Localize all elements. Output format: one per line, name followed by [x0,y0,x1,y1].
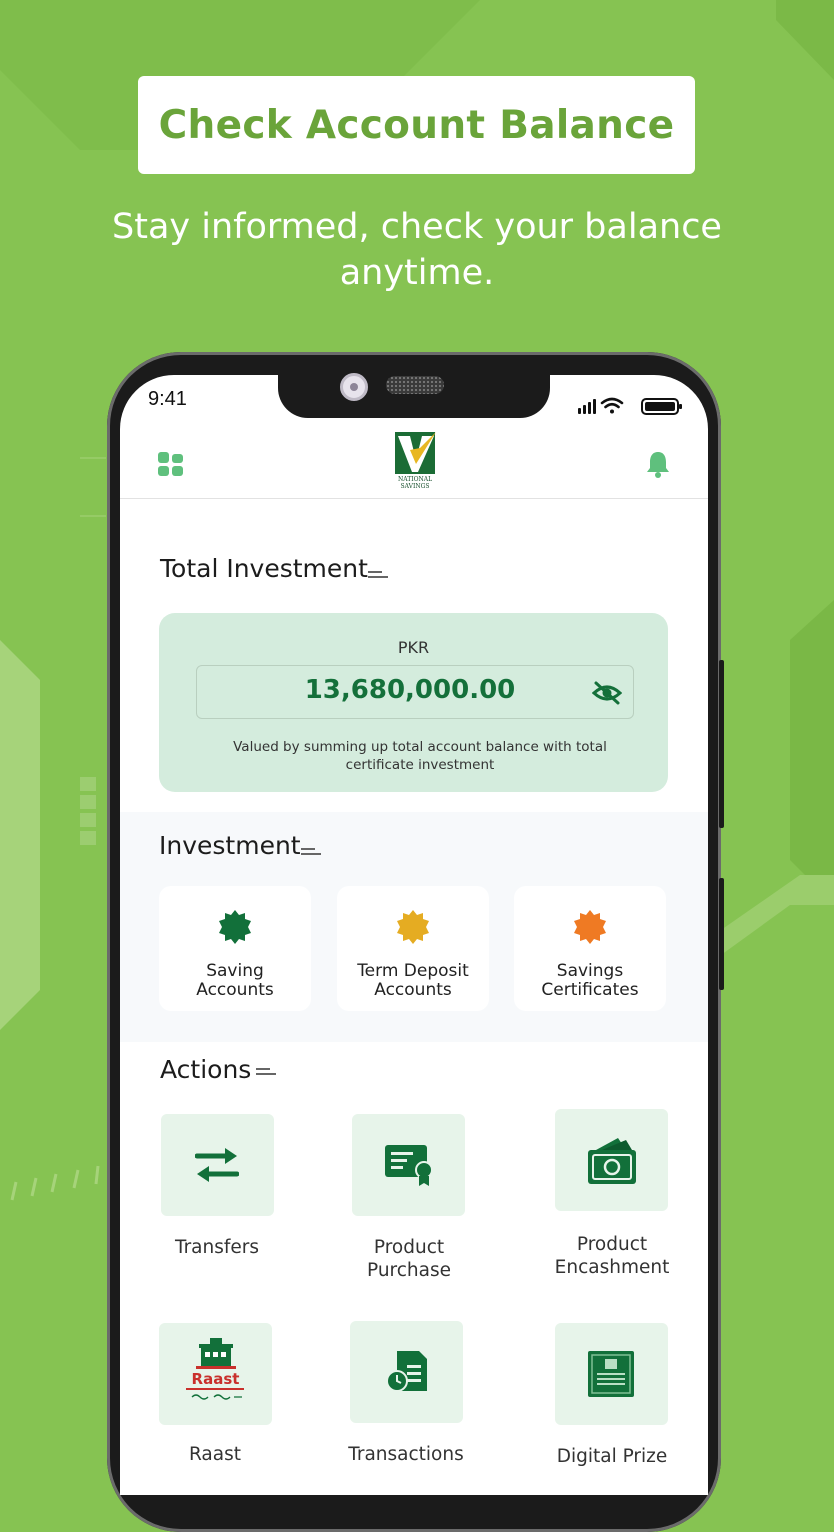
transfer-arrows-icon [195,1148,239,1182]
term-deposit-badge-icon [397,910,429,944]
total-investment-title: Total Investment [160,554,368,583]
headline-text: Check Account Balance [158,102,675,148]
section-dash-icon [301,848,321,855]
logo-wordmark: NATIONAL SAVINGS [397,476,433,490]
cash-icon [588,1138,636,1184]
eye-off-icon[interactable] [592,680,622,706]
currency-label: PKR [397,638,430,657]
digital-prize-label: Digital Prize [556,1446,668,1467]
savings-certificates-badge-icon [574,910,606,944]
topbar-divider [120,498,708,499]
product-purchase-label: Product Purchase [366,1237,451,1281]
speaker-grille [386,376,444,394]
phone-side-button [719,660,724,828]
certificate-icon [385,1145,433,1186]
saving-accounts-badge-icon [219,910,251,944]
section-dash-icon [368,571,388,578]
status-icons [578,397,682,415]
national-savings-logo [395,432,436,474]
battery-icon [641,398,682,415]
camera-icon [340,373,368,401]
transactions-label: Transactions [348,1444,464,1465]
investment-title: Investment [159,831,301,860]
actions-title: Actions [160,1055,252,1084]
raast-building-icon [196,1338,236,1369]
savings-certificates-label: Savings Certificates [541,961,639,1000]
raast-logo-tagline [186,1388,244,1400]
valuation-note: Valued by summing up total account balan… [233,739,607,773]
status-time: 9:41 [148,388,187,410]
transactions-document-icon [386,1351,427,1392]
digital-prize-bond-icon [588,1351,634,1397]
raast-label: Raast [188,1444,241,1465]
menu-grid-icon[interactable] [158,452,186,478]
headline-banner: Check Account Balance [138,76,695,174]
saving-accounts-label: Saving Accounts [196,961,274,1000]
term-deposit-label: Term Deposit Accounts [357,961,469,1000]
balance-amount: 13,680,000.00 [304,675,516,705]
phone-side-button [719,878,724,990]
wifi-icon [600,397,624,414]
promo-subtitle: Stay informed, check your balance anytim… [112,207,722,293]
section-dash-icon [256,1068,276,1075]
product-encashment-label: Product Encashment [554,1234,670,1278]
transfers-label: Transfers [174,1237,260,1258]
bell-icon[interactable] [646,450,670,478]
signal-icon [578,399,596,414]
